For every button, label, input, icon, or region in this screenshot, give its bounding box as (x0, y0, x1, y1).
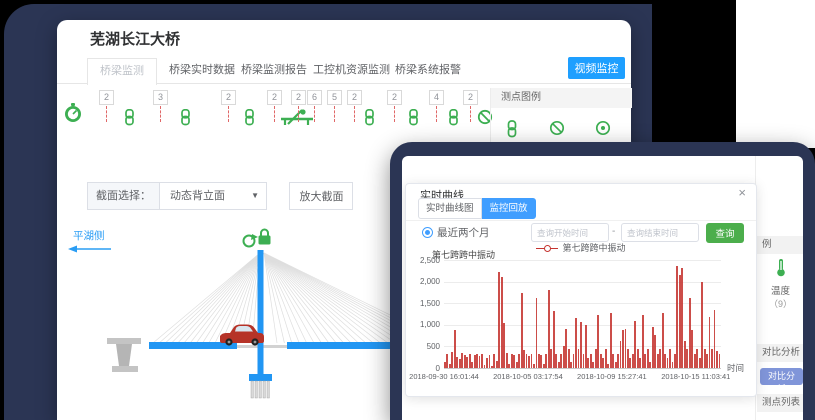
tab-ipc-resource-monitor[interactable]: 工控机资源监测 (313, 58, 390, 83)
tab-bridge-monitor-report[interactable]: 桥梁监测报告 (241, 58, 307, 83)
compare-analysis-header: 对比分析 (757, 344, 803, 362)
recent-two-months-radio[interactable] (422, 227, 433, 238)
x-axis-tick-label: 2018-10-15 11:03:41 (661, 372, 730, 381)
sensor-count-badge: 2 (387, 90, 402, 105)
section-controls: 截面选择： 动态背立面 ▼ 放大截面 (87, 182, 353, 210)
chevron-down-icon: ▼ (251, 183, 259, 209)
chain-icon[interactable] (363, 109, 376, 131)
start-time-input[interactable] (531, 223, 609, 242)
sensor-strip: 23222652242 (57, 88, 490, 140)
temperature-block[interactable]: 温度 （9） (757, 258, 803, 310)
sensor-count-badge: 6 (307, 90, 322, 105)
realtime-curve-dialog: 实时曲线 × 实时曲线图监控回放 最近两个月 - 查询 第七跨跨中振动 第七跨跨… (405, 183, 757, 397)
sensor-count-badge: 2 (267, 90, 282, 105)
bridge-deck (149, 342, 399, 349)
y-axis-tick-label: 500 (408, 342, 440, 351)
y-axis-tick-label: 2,000 (408, 277, 440, 286)
section-select-label: 截面选择： (87, 182, 160, 210)
y-axis-tick-label: 2,500 (408, 256, 440, 265)
video-monitor-button[interactable]: 视频监控 (568, 57, 625, 79)
tab-bridge-system-alarm[interactable]: 桥梁系统报警 (395, 58, 461, 83)
sensor-count-badge: 3 (153, 90, 168, 105)
target-circle-icon (595, 120, 611, 136)
chain-icon[interactable] (179, 109, 192, 131)
rotate-sensor-icon[interactable] (244, 234, 259, 247)
bench-icon[interactable] (279, 109, 315, 131)
compare-analysis-button[interactable]: 对比分析 (760, 368, 803, 385)
sensor-tick-dashed (160, 106, 161, 122)
tab-bridge-monitoring[interactable]: 桥梁监测 (87, 58, 157, 85)
sensor-tick-dashed (298, 106, 299, 122)
x-axis-tick-label: 2018-10-05 03:17:54 (493, 372, 563, 381)
y-axis-tick-label: 1,000 (408, 320, 440, 329)
x-axis-tick-label: 2018-09-30 16:01:44 (409, 372, 479, 381)
main-tabbar: 桥梁监测 桥梁实时数据 桥梁监测报告 工控机资源监测 桥梁系统报警 视频监控 (57, 55, 631, 84)
legend-marker-icon (536, 245, 558, 252)
dialog-tabbar: 实时曲线图监控回放 (418, 198, 536, 217)
temperature-label: 温度 (757, 283, 803, 297)
sensor-count-badge: 2 (99, 90, 114, 105)
chain-icon[interactable] (123, 109, 136, 131)
legend-panel-title: 测点图例 (491, 88, 632, 108)
sensor-count-badge: 2 (221, 90, 236, 105)
chain-icon[interactable] (243, 109, 256, 131)
sensor-tick-dashed (314, 106, 315, 122)
close-icon[interactable]: × (738, 186, 746, 199)
background-window-fragment (736, 0, 815, 148)
sensor-count-badge: 2 (291, 90, 306, 105)
right-panel-fragment: 例 温度 （9） 对比分析 对比分析 测点列表 (755, 156, 803, 420)
chart-bar (719, 354, 721, 368)
popup-window-frame: 例 温度 （9） 对比分析 对比分析 测点列表 实时曲线 × (390, 142, 815, 420)
legend-label: 第七跨跨中振动 (562, 243, 625, 253)
page-title: 芜湖长江大桥 (90, 28, 180, 49)
sensor-tick-dashed (334, 106, 335, 122)
bridge-piles (251, 381, 269, 398)
desktop-background: 芜湖长江大桥 桥梁监测 桥梁实时数据 桥梁监测报告 工控机资源监测 桥梁系统报警… (0, 0, 815, 420)
lock-sensor-icon[interactable] (259, 230, 271, 245)
sensor-tick-dashed (228, 106, 229, 122)
left-arrow-icon (67, 244, 113, 254)
bridge-side-label: 平湖侧 (73, 228, 105, 243)
sensor-count-badge: 5 (327, 90, 342, 105)
no-entry-icon (549, 120, 565, 136)
car-illustration (220, 325, 264, 346)
thermometer-icon (775, 258, 787, 277)
sensor-count-badge: 2 (463, 90, 478, 105)
range-separator: - (612, 226, 615, 237)
tab-monitor-playback[interactable]: 监控回放 (482, 198, 536, 219)
chart-bars (444, 260, 721, 368)
query-button[interactable]: 查询 (706, 223, 744, 243)
legend-header-fragment: 例 (757, 236, 803, 254)
sensor-tick-dashed (394, 106, 395, 122)
sensor-tick-dashed (436, 106, 437, 122)
temperature-count: （9） (757, 297, 803, 310)
tab-bridge-realtime-data[interactable]: 桥梁实时数据 (169, 58, 235, 83)
sensor-tick-dashed (354, 106, 355, 122)
sensor-tick-dashed (470, 106, 471, 122)
point-list-header: 测点列表 (757, 394, 803, 412)
gauge-icon[interactable] (63, 102, 83, 129)
sensor-count-badge: 2 (347, 90, 362, 105)
divider (406, 220, 756, 221)
bridge-abutment (107, 338, 141, 372)
gridline (444, 368, 721, 369)
chain-icon[interactable] (447, 109, 460, 131)
sensor-count-badge: 4 (429, 90, 444, 105)
popup-window-content: 例 温度 （9） 对比分析 对比分析 测点列表 实时曲线 × (402, 156, 803, 420)
sensor-tick-dashed (106, 106, 107, 122)
sensor-tick-dashed (274, 106, 275, 122)
tab-realtime-curve-chart[interactable]: 实时曲线图 (418, 198, 482, 219)
end-time-input[interactable] (621, 223, 699, 242)
x-axis-tick-label: 2018-10-09 15:27:41 (577, 372, 647, 381)
section-select-dropdown[interactable]: 动态背立面 ▼ (160, 182, 267, 210)
y-axis-tick-label: 1,500 (408, 299, 440, 308)
chain-icon[interactable] (407, 109, 420, 131)
section-select-value: 动态背立面 (170, 190, 225, 202)
recent-two-months-label: 最近两个月 (437, 225, 490, 240)
chain-link-icon (505, 120, 519, 138)
zoom-section-button[interactable]: 放大截面 (289, 182, 353, 210)
